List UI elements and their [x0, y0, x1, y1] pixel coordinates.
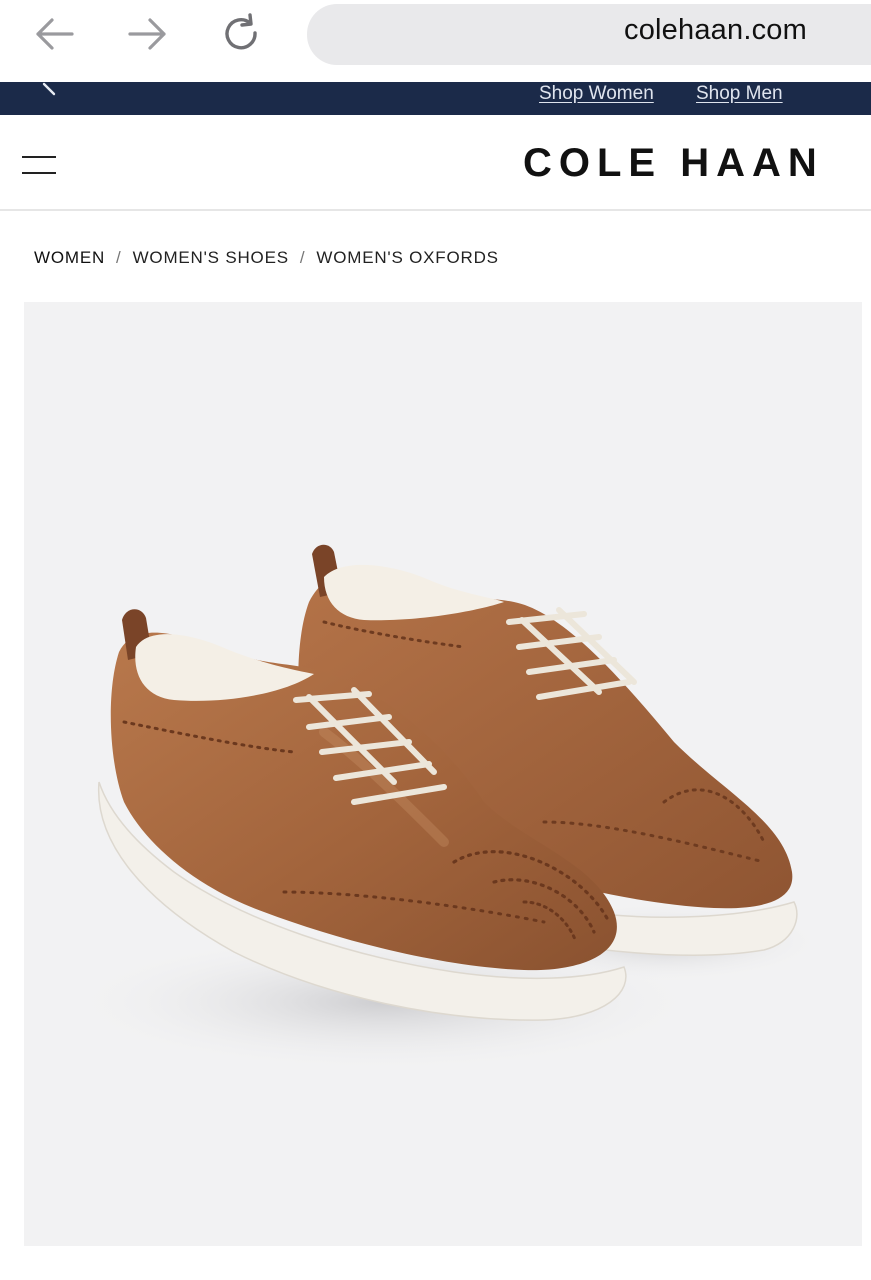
- brand-logo[interactable]: COLE HAAN: [523, 141, 824, 186]
- reload-icon: [225, 13, 257, 50]
- browser-toolbar: colehaan.com: [0, 0, 871, 82]
- breadcrumb-separator: /: [299, 248, 306, 267]
- breadcrumb-separator: /: [116, 248, 122, 267]
- url-text[interactable]: colehaan.com: [624, 14, 807, 47]
- forward-button[interactable]: [126, 12, 170, 56]
- reload-button[interactable]: [220, 12, 264, 56]
- breadcrumb: WOMEN / WOMEN'S SHOES / WOMEN'S OXFORDS: [34, 248, 499, 268]
- promo-banner: Shop Women Shop Men: [0, 82, 871, 115]
- breadcrumb-womens-shoes[interactable]: WOMEN'S SHOES: [133, 248, 289, 268]
- shop-men-link[interactable]: Shop Men: [696, 83, 783, 105]
- breadcrumb-womens-oxfords[interactable]: WOMEN'S OXFORDS: [316, 248, 498, 268]
- shop-women-link[interactable]: Shop Women: [539, 83, 654, 105]
- site-header: COLE HAAN: [0, 115, 871, 211]
- chevron-left-icon[interactable]: [40, 80, 64, 100]
- hamburger-menu-icon[interactable]: [22, 153, 58, 177]
- product-image[interactable]: [24, 302, 862, 1246]
- arrow-left-icon: [36, 18, 74, 50]
- product-photo: [64, 544, 824, 1072]
- breadcrumb-women[interactable]: WOMEN: [34, 248, 105, 268]
- arrow-right-icon: [128, 18, 166, 50]
- back-button[interactable]: [32, 12, 76, 56]
